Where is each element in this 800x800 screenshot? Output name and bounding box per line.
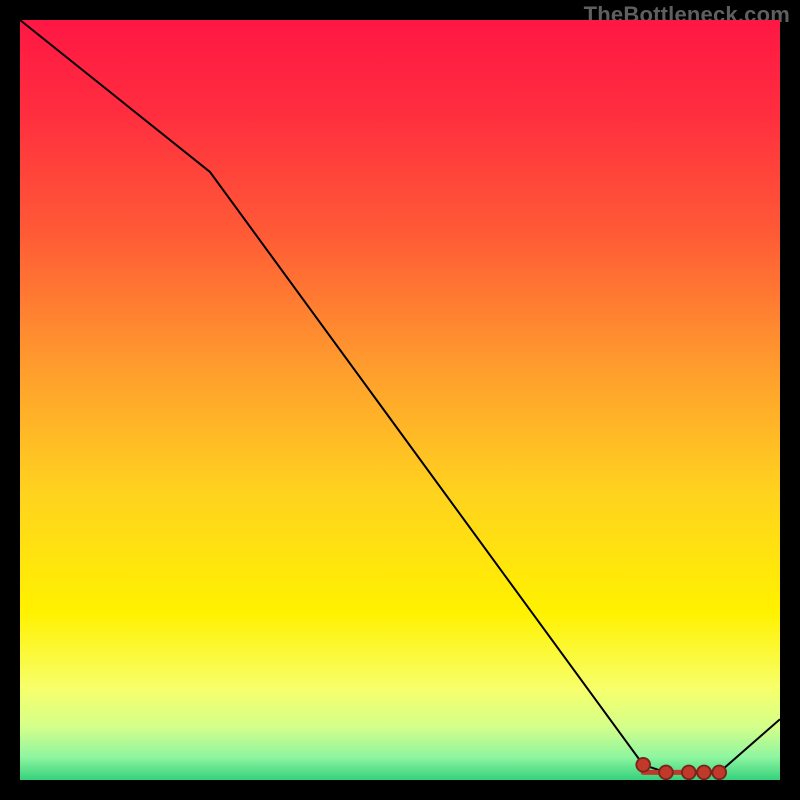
plot-background: [20, 20, 780, 780]
chart-frame: TheBottleneck.com: [0, 0, 800, 800]
optimal-marker: [682, 766, 696, 780]
bottleneck-plot: [20, 20, 780, 780]
optimal-marker: [712, 766, 726, 780]
optimal-marker: [659, 766, 673, 780]
optimal-marker: [636, 758, 650, 772]
optimal-marker: [697, 766, 711, 780]
